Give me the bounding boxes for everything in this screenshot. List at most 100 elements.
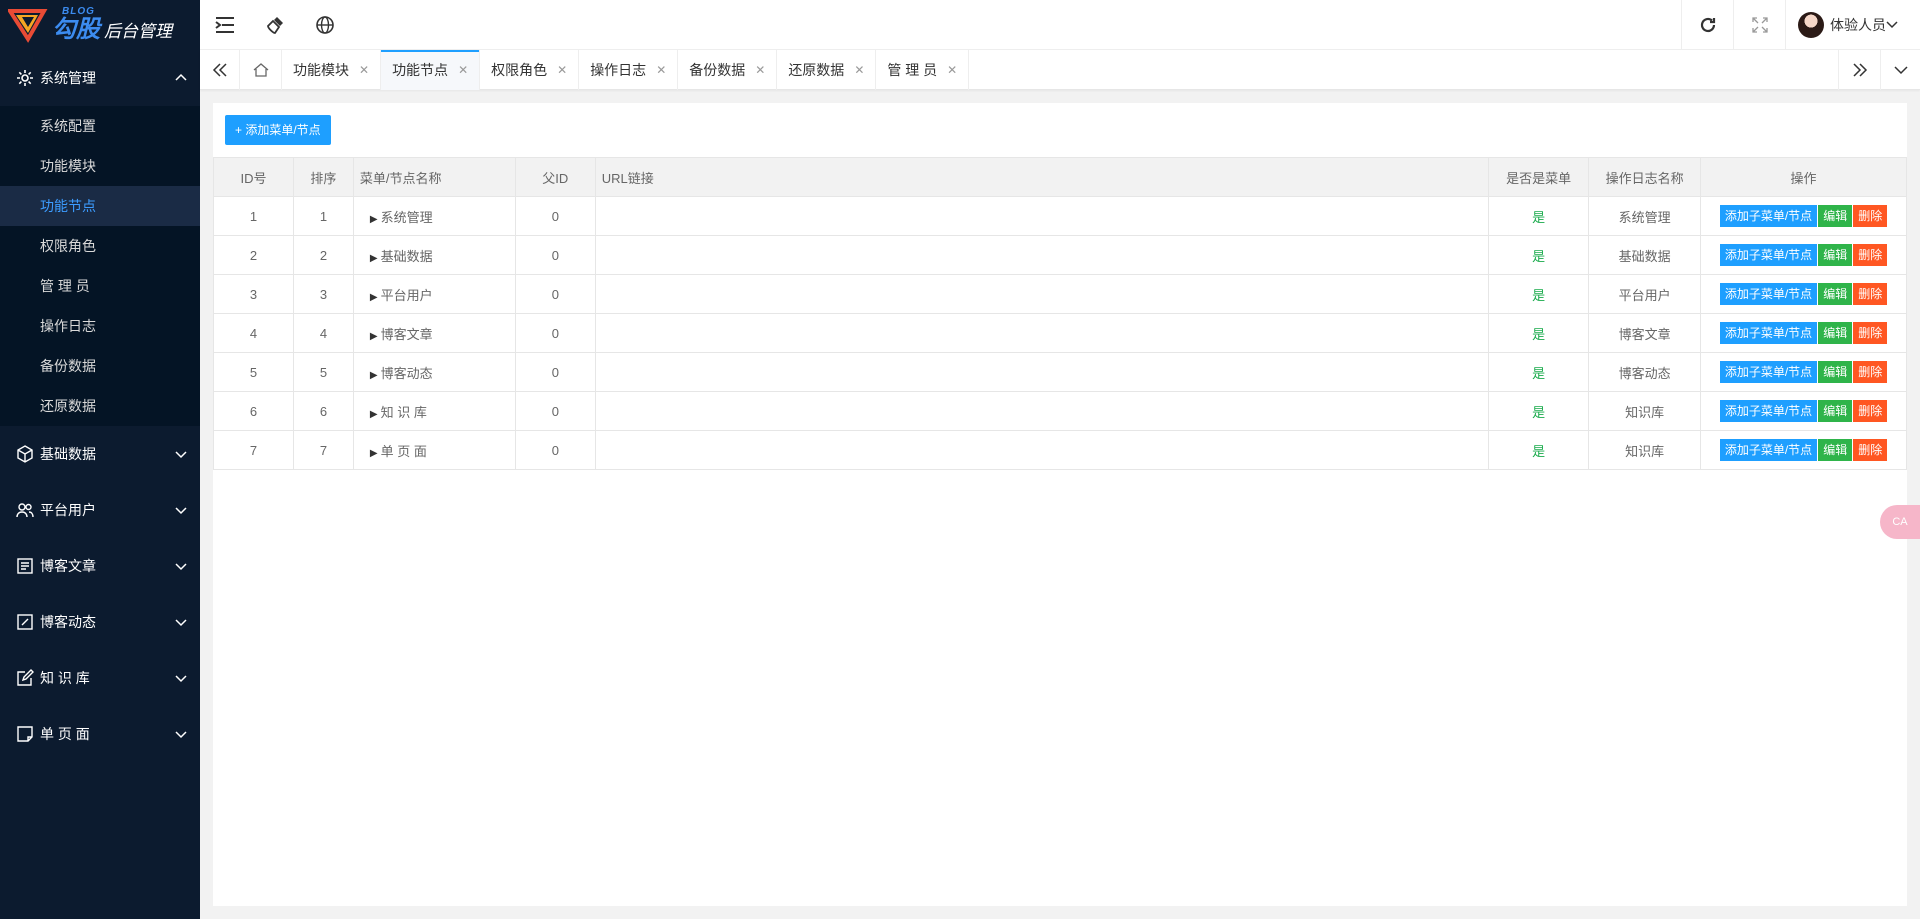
translate-float-icon[interactable]: CA <box>1880 505 1920 539</box>
refresh-icon[interactable] <box>1681 0 1733 50</box>
delete-button[interactable]: 删除 <box>1852 361 1888 383</box>
delete-button[interactable]: 删除 <box>1852 205 1888 227</box>
delete-button[interactable]: 删除 <box>1852 283 1888 305</box>
tabs-scroll-left-icon[interactable] <box>200 50 240 90</box>
collapse-menu-icon[interactable] <box>200 0 250 50</box>
translate-badge-text: CA <box>1892 516 1908 528</box>
delete-button[interactable]: 删除 <box>1852 244 1888 266</box>
cell-is-menu: 是 <box>1488 352 1590 392</box>
sidebar-group-header[interactable]: 博客文章 <box>0 538 200 594</box>
sidebar-item[interactable]: 系统配置 <box>0 106 200 146</box>
home-icon[interactable] <box>240 50 282 90</box>
tab[interactable]: 功能模块 ✕ <box>282 50 382 90</box>
add-child-node-button[interactable]: 添加子菜单/节点 <box>1719 400 1818 422</box>
sidebar-group: 博客动态 <box>0 594 200 650</box>
cell-name: ▶ 知 识 库 <box>352 391 516 431</box>
cell-ops: 添加子菜单/节点 编辑 删除 <box>1700 391 1907 431</box>
tabs-dropdown-icon[interactable] <box>1880 50 1920 90</box>
sidebar-group-header[interactable]: 系统管理 <box>0 50 200 106</box>
add-child-node-button[interactable]: 添加子菜单/节点 <box>1719 244 1818 266</box>
add-child-node-button[interactable]: 添加子菜单/节点 <box>1719 283 1818 305</box>
cell-name: ▶ 系统管理 <box>352 196 516 236</box>
edit-button[interactable]: 编辑 <box>1817 322 1853 344</box>
chevron-down-icon <box>174 727 188 741</box>
add-node-button[interactable]: + 添加菜单/节点 <box>225 115 331 145</box>
col-header-id[interactable]: ID号 <box>213 157 294 197</box>
cell-pid: 0 <box>514 274 596 314</box>
logo-sub-text: 后台管理 <box>104 22 172 41</box>
cell-is-menu: 是 <box>1488 274 1590 314</box>
close-icon[interactable]: ✕ <box>854 63 864 77</box>
sidebar-group: 系统管理系统配置 功能模块 功能节点 权限角色管 理 员操作日志 备份数据 还原数据 <box>0 50 200 426</box>
delete-button[interactable]: 删除 <box>1852 400 1888 422</box>
expand-triangle-icon[interactable]: ▶ <box>370 331 378 342</box>
sidebar-group-label: 系统管理 <box>40 70 96 86</box>
cell-sort: 3 <box>292 274 354 314</box>
sidebar-item[interactable]: 权限角色 <box>0 226 200 266</box>
sidebar-item[interactable]: 备份数据 <box>0 346 200 386</box>
cell-url <box>594 196 1490 236</box>
col-header-url[interactable]: URL链接 <box>594 157 1490 197</box>
delete-button[interactable]: 删除 <box>1852 439 1888 461</box>
expand-triangle-icon[interactable]: ▶ <box>370 214 378 225</box>
tab[interactable]: 备份数据 ✕ <box>678 50 778 90</box>
sidebar-item[interactable]: 管 理 员 <box>0 266 200 306</box>
sidebar-group-header[interactable]: 单 页 面 <box>0 706 200 762</box>
close-icon[interactable]: ✕ <box>359 63 369 77</box>
expand-triangle-icon[interactable]: ▶ <box>370 409 378 420</box>
edit-button[interactable]: 编辑 <box>1817 205 1853 227</box>
sidebar-group-header[interactable]: 博客动态 <box>0 594 200 650</box>
clear-cache-brush-icon[interactable] <box>250 0 300 50</box>
close-icon[interactable]: ✕ <box>755 63 765 77</box>
expand-triangle-icon[interactable]: ▶ <box>370 448 378 459</box>
cell-id: 6 <box>213 391 294 431</box>
expand-triangle-icon[interactable]: ▶ <box>370 370 378 381</box>
col-header-log-name[interactable]: 操作日志名称 <box>1588 157 1702 197</box>
cell-id: 5 <box>213 352 294 392</box>
edit-button[interactable]: 编辑 <box>1817 283 1853 305</box>
expand-triangle-icon[interactable]: ▶ <box>370 292 378 303</box>
tab[interactable]: 还原数据 ✕ <box>777 50 877 90</box>
sidebar-group-header[interactable]: 知 识 库 <box>0 650 200 706</box>
fullscreen-icon[interactable] <box>1733 0 1785 50</box>
add-child-node-button[interactable]: 添加子菜单/节点 <box>1719 205 1818 227</box>
tabs-bar: 功能模块 ✕ 功能节点 ✕ 权限角色 ✕ 操作日志 ✕ 备份数据 ✕ 还原数据 ✕ 管 理 员 ✕ <box>200 50 1920 90</box>
cell-id: 4 <box>213 313 294 353</box>
col-header-pid[interactable]: 父ID <box>514 157 596 197</box>
tab[interactable]: 功能节点 ✕ <box>381 50 481 90</box>
close-icon[interactable]: ✕ <box>458 63 468 77</box>
edit-button[interactable]: 编辑 <box>1817 400 1853 422</box>
cell-pid: 0 <box>514 313 596 353</box>
col-header-name[interactable]: 菜单/节点名称 <box>352 157 516 197</box>
tab[interactable]: 管 理 员 ✕ <box>876 50 970 90</box>
sidebar-item[interactable]: 还原数据 <box>0 386 200 426</box>
user-menu[interactable]: 体验人员 <box>1785 0 1920 50</box>
chevron-up-icon <box>174 71 188 85</box>
sidebar-group-header[interactable]: 平台用户 <box>0 482 200 538</box>
cell-ops: 添加子菜单/节点 编辑 删除 <box>1700 313 1907 353</box>
logo[interactable]: BLOG 勾股 后台管理 <box>0 0 200 50</box>
sidebar-item[interactable]: 功能模块 <box>0 146 200 186</box>
tab[interactable]: 权限角色 ✕ <box>480 50 580 90</box>
sidebar-item[interactable]: 操作日志 <box>0 306 200 346</box>
expand-triangle-icon[interactable]: ▶ <box>370 253 378 264</box>
tabs-scroll-right-icon[interactable] <box>1838 50 1880 90</box>
col-header-sort[interactable]: 排序 <box>292 157 354 197</box>
edit-button[interactable]: 编辑 <box>1817 244 1853 266</box>
sidebar-group-header[interactable]: 基础数据 <box>0 426 200 482</box>
col-header-is-menu[interactable]: 是否是菜单 <box>1488 157 1590 197</box>
add-child-node-button[interactable]: 添加子菜单/节点 <box>1719 322 1818 344</box>
edit-button[interactable]: 编辑 <box>1817 361 1853 383</box>
close-icon[interactable]: ✕ <box>656 63 666 77</box>
add-child-node-button[interactable]: 添加子菜单/节点 <box>1719 439 1818 461</box>
topbar: 体验人员 <box>200 0 1920 50</box>
add-child-node-button[interactable]: 添加子菜单/节点 <box>1719 361 1818 383</box>
tab[interactable]: 操作日志 ✕ <box>579 50 679 90</box>
delete-button[interactable]: 删除 <box>1852 322 1888 344</box>
sidebar-item[interactable]: 功能节点 <box>0 186 200 226</box>
edit-button[interactable]: 编辑 <box>1817 439 1853 461</box>
close-icon[interactable]: ✕ <box>947 63 957 77</box>
tab-label: 功能模块 <box>293 62 349 78</box>
globe-icon[interactable] <box>300 0 350 50</box>
close-icon[interactable]: ✕ <box>557 63 567 77</box>
